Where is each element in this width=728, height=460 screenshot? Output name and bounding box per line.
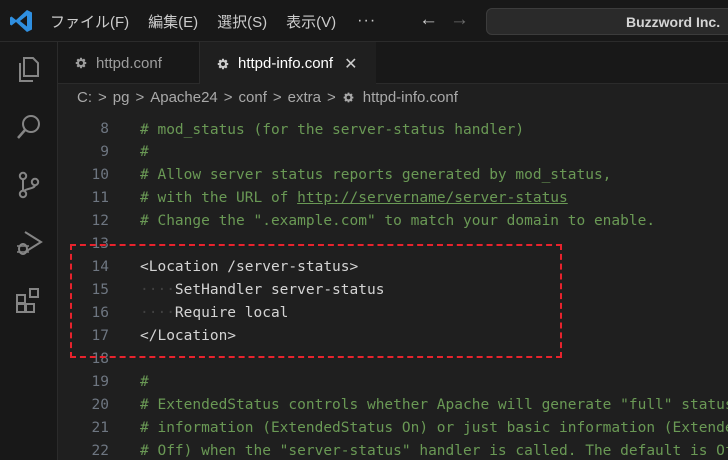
back-arrow-icon[interactable]: ← <box>419 10 438 30</box>
command-center[interactable]: Buzzword Inc. <box>486 8 728 35</box>
comment-text: # with the URL of <box>140 190 298 206</box>
menu-selection[interactable]: 選択(S) <box>217 11 267 32</box>
code-editor[interactable]: # mod_status (for the server-status hand… <box>58 110 728 460</box>
line-number: 8 <box>100 121 109 137</box>
title-bar: ファイル(F) 編集(E) 選択(S) 表示(V) ··· ← → Buzzwo… <box>0 0 728 42</box>
run-debug-icon[interactable] <box>14 228 44 258</box>
tab-httpd-info-conf[interactable]: httpd-info.conf ✕ <box>200 42 376 85</box>
code-text: # Change the ".example.com" to match you… <box>140 213 656 229</box>
code-text: # <box>140 374 149 390</box>
menu-view[interactable]: 表示(V) <box>286 11 336 32</box>
code-line: 9 # <box>58 141 728 164</box>
breadcrumb: C: > pg > Apache24 > conf > extra > http… <box>58 84 728 110</box>
code-text: # with the URL of http://servername/serv… <box>140 187 568 210</box>
tab-label: httpd-info.conf <box>238 55 334 72</box>
breadcrumb-separator: > <box>223 88 233 106</box>
code-line: 11 # with the URL of http://servername/se… <box>58 187 728 210</box>
line-number: 9 <box>100 144 109 160</box>
vscode-logo-icon <box>10 10 32 32</box>
line-number: 19 <box>91 374 109 390</box>
line-number: 10 <box>91 167 109 183</box>
gear-icon <box>343 92 354 102</box>
line-number: 12 <box>91 213 109 229</box>
code-line: 12 # Change the ".example.com" to match y… <box>58 210 728 233</box>
gear-icon <box>217 58 229 69</box>
source-control-icon[interactable] <box>14 170 44 200</box>
menu-edit[interactable]: 編集(E) <box>148 11 198 32</box>
line-number: 11 <box>91 190 109 206</box>
explorer-icon[interactable] <box>14 54 44 84</box>
forward-arrow-icon[interactable]: → <box>450 10 469 30</box>
code-line: 10 # Allow server status reports generate… <box>58 164 728 187</box>
breadcrumb-separator: > <box>327 88 336 106</box>
tab-bar: httpd.conf httpd-info.conf ✕ <box>58 42 728 85</box>
gear-icon <box>75 57 87 69</box>
code-line: 8 <box>58 118 728 141</box>
code-line: 21 # information (ExtendedStatus On) or j… <box>58 417 728 440</box>
breadcrumb-item[interactable]: conf <box>239 89 267 106</box>
code-text: # ExtendedStatus controls whether Apache… <box>140 397 728 413</box>
breadcrumb-separator: > <box>272 88 282 106</box>
line-number: 20 <box>91 397 109 413</box>
breadcrumb-item[interactable]: extra <box>288 89 321 106</box>
menu-more-icon[interactable]: ··· <box>357 12 376 30</box>
highlight-annotation <box>70 244 562 358</box>
breadcrumb-item[interactable]: C: <box>77 89 92 106</box>
code-text: # <box>140 144 149 160</box>
code-line: 22 # Off) when the "server-status" handle… <box>58 440 728 460</box>
tab-httpd-conf[interactable]: httpd.conf <box>58 42 200 84</box>
menu-bar: ファイル(F) 編集(E) 選択(S) 表示(V) ··· <box>50 0 376 42</box>
code-text: # Allow server status reports generated … <box>140 167 612 183</box>
activity-bar <box>0 42 58 460</box>
breadcrumb-item[interactable]: httpd-info.conf <box>363 89 458 106</box>
code-line: 19 # <box>58 371 728 394</box>
breadcrumb-separator: > <box>98 88 107 106</box>
line-number: 21 <box>91 420 109 436</box>
code-text: # Off) when the "server-status" handler … <box>140 443 728 459</box>
code-line: 20 # ExtendedStatus controls whether Apac… <box>58 394 728 417</box>
search-icon[interactable] <box>14 112 44 142</box>
close-icon[interactable]: ✕ <box>344 54 357 74</box>
line-number: 22 <box>91 443 109 459</box>
breadcrumb-item[interactable]: Apache24 <box>150 89 218 106</box>
tab-label: httpd.conf <box>96 54 162 72</box>
extensions-icon[interactable] <box>14 286 44 316</box>
menu-file[interactable]: ファイル(F) <box>50 11 129 32</box>
breadcrumb-separator: > <box>135 88 145 106</box>
breadcrumb-item[interactable]: pg <box>113 89 130 106</box>
code-text: # information (ExtendedStatus On) or jus… <box>140 420 728 436</box>
comment-link[interactable]: http://servername/server-status <box>297 190 568 206</box>
command-center-label: Buzzword Inc. <box>626 14 721 30</box>
